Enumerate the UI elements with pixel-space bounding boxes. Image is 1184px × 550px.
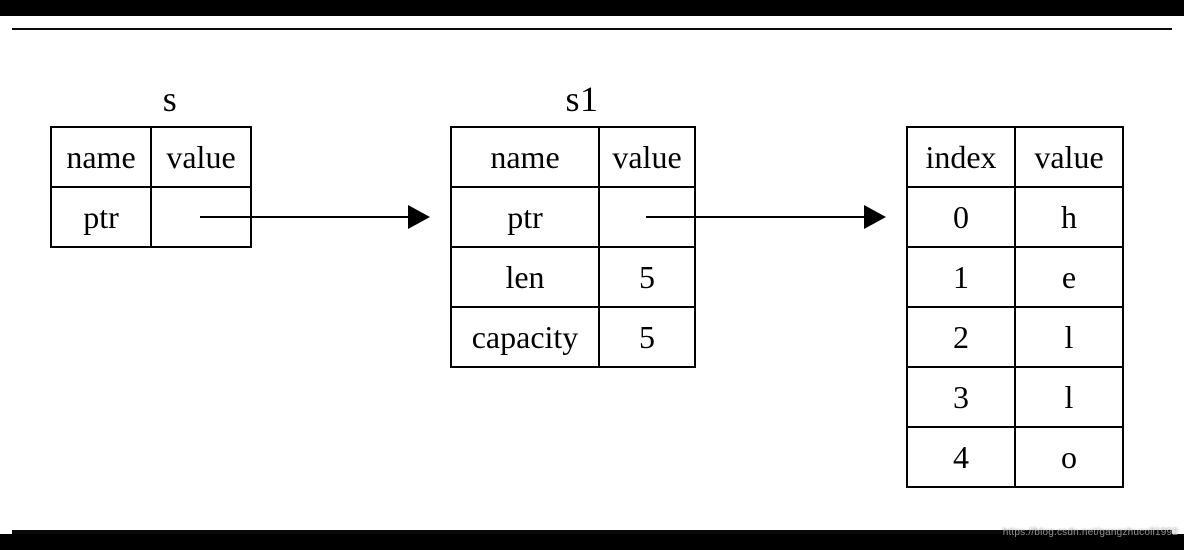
cell-capacity-value: 5 bbox=[599, 307, 695, 367]
cell-index: 1 bbox=[907, 247, 1015, 307]
diagram-stage: s s1 name value ptr name value ptr bbox=[12, 28, 1172, 534]
diagram-frame: s s1 name value ptr name value ptr bbox=[0, 0, 1184, 550]
table-row: 4 o bbox=[907, 427, 1123, 487]
header-value: value bbox=[151, 127, 251, 187]
table-row: name value bbox=[451, 127, 695, 187]
cell-ptr-name: ptr bbox=[451, 187, 599, 247]
header-name: name bbox=[51, 127, 151, 187]
cell-index: 4 bbox=[907, 427, 1015, 487]
cell-value: e bbox=[1015, 247, 1123, 307]
table-heap: index value 0 h 1 e 2 l 3 l 4 o bbox=[906, 126, 1124, 488]
header-name: name bbox=[451, 127, 599, 187]
arrow-s1-to-heap bbox=[646, 216, 884, 218]
cell-index: 2 bbox=[907, 307, 1015, 367]
header-value: value bbox=[1015, 127, 1123, 187]
table-row: name value bbox=[51, 127, 251, 187]
table-row: capacity 5 bbox=[451, 307, 695, 367]
frame-band-top bbox=[0, 10, 1184, 16]
table-s1: name value ptr len 5 capacity 5 bbox=[450, 126, 696, 368]
cell-index: 3 bbox=[907, 367, 1015, 427]
cell-ptr-name: ptr bbox=[51, 187, 151, 247]
cell-len-name: len bbox=[451, 247, 599, 307]
cell-value: l bbox=[1015, 367, 1123, 427]
frame-band-bottom bbox=[0, 534, 1184, 540]
table-row: 1 e bbox=[907, 247, 1123, 307]
table-s: name value ptr bbox=[50, 126, 252, 248]
cell-len-value: 5 bbox=[599, 247, 695, 307]
cell-capacity-name: capacity bbox=[451, 307, 599, 367]
cell-index: 0 bbox=[907, 187, 1015, 247]
table-row: 3 l bbox=[907, 367, 1123, 427]
table-row: 2 l bbox=[907, 307, 1123, 367]
header-value: value bbox=[599, 127, 695, 187]
title-s1: s1 bbox=[552, 78, 612, 120]
arrow-s-to-s1 bbox=[200, 216, 428, 218]
header-index: index bbox=[907, 127, 1015, 187]
table-row: 0 h bbox=[907, 187, 1123, 247]
cell-value: o bbox=[1015, 427, 1123, 487]
title-s: s bbox=[150, 78, 190, 120]
cell-value: h bbox=[1015, 187, 1123, 247]
table-row: index value bbox=[907, 127, 1123, 187]
table-row: len 5 bbox=[451, 247, 695, 307]
cell-value: l bbox=[1015, 307, 1123, 367]
